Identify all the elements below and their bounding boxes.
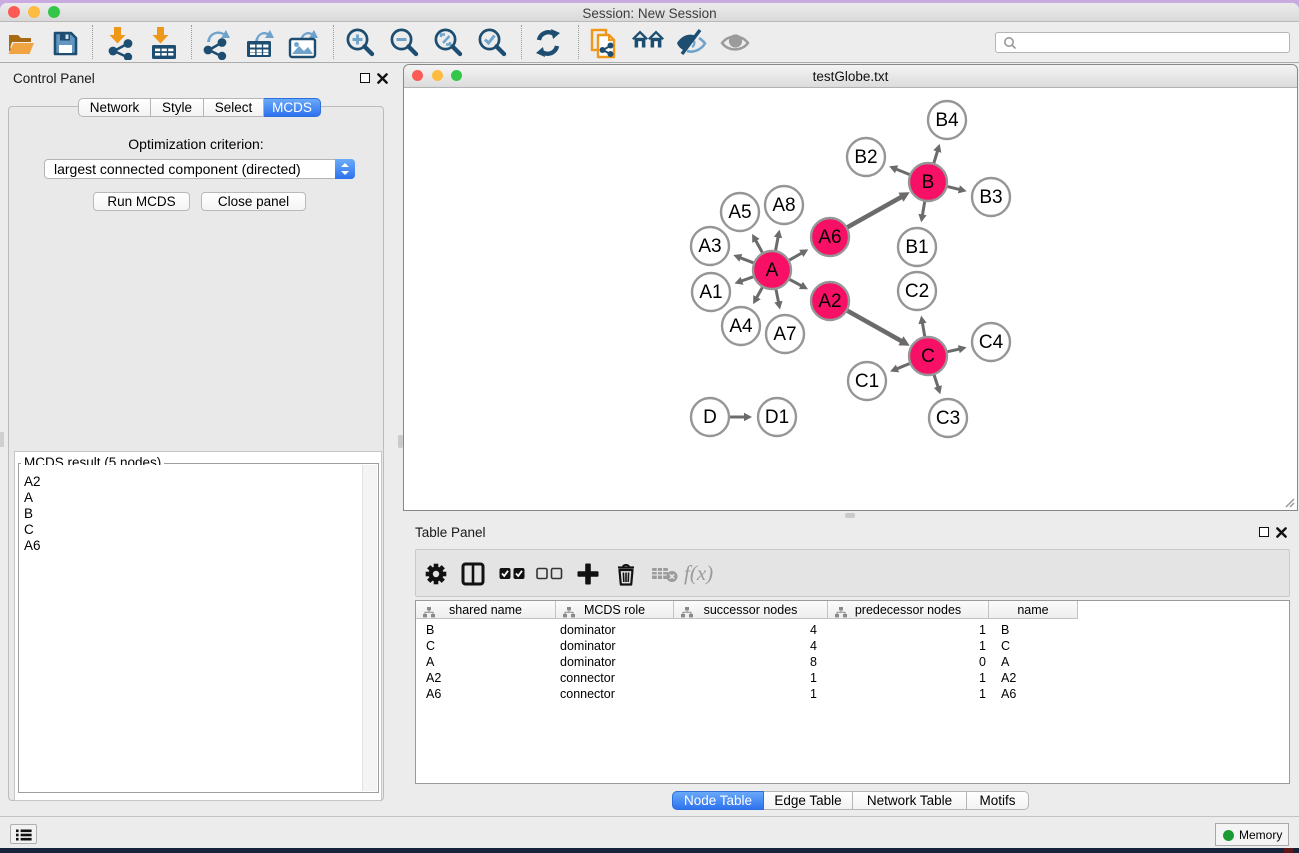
svg-text:C3: C3 [936, 408, 960, 429]
svg-text:A1: A1 [699, 282, 722, 303]
svg-text:B1: B1 [905, 237, 928, 258]
svg-text:A6: A6 [818, 227, 841, 248]
svg-text:D1: D1 [765, 407, 789, 428]
svg-text:C1: C1 [855, 371, 879, 392]
svg-text:A5: A5 [728, 202, 751, 223]
svg-text:B3: B3 [979, 187, 1002, 208]
svg-text:A7: A7 [773, 324, 796, 345]
svg-text:A3: A3 [698, 236, 721, 257]
svg-text:B4: B4 [935, 110, 959, 131]
svg-text:A4: A4 [729, 316, 753, 337]
svg-text:C2: C2 [905, 281, 929, 302]
svg-text:C4: C4 [979, 332, 1004, 353]
svg-text:A8: A8 [772, 195, 795, 216]
svg-text:B2: B2 [854, 147, 877, 168]
svg-text:C: C [921, 346, 935, 367]
svg-text:B: B [922, 172, 935, 193]
svg-text:D: D [703, 407, 717, 428]
svg-text:A: A [766, 260, 779, 281]
svg-text:A2: A2 [818, 291, 841, 312]
